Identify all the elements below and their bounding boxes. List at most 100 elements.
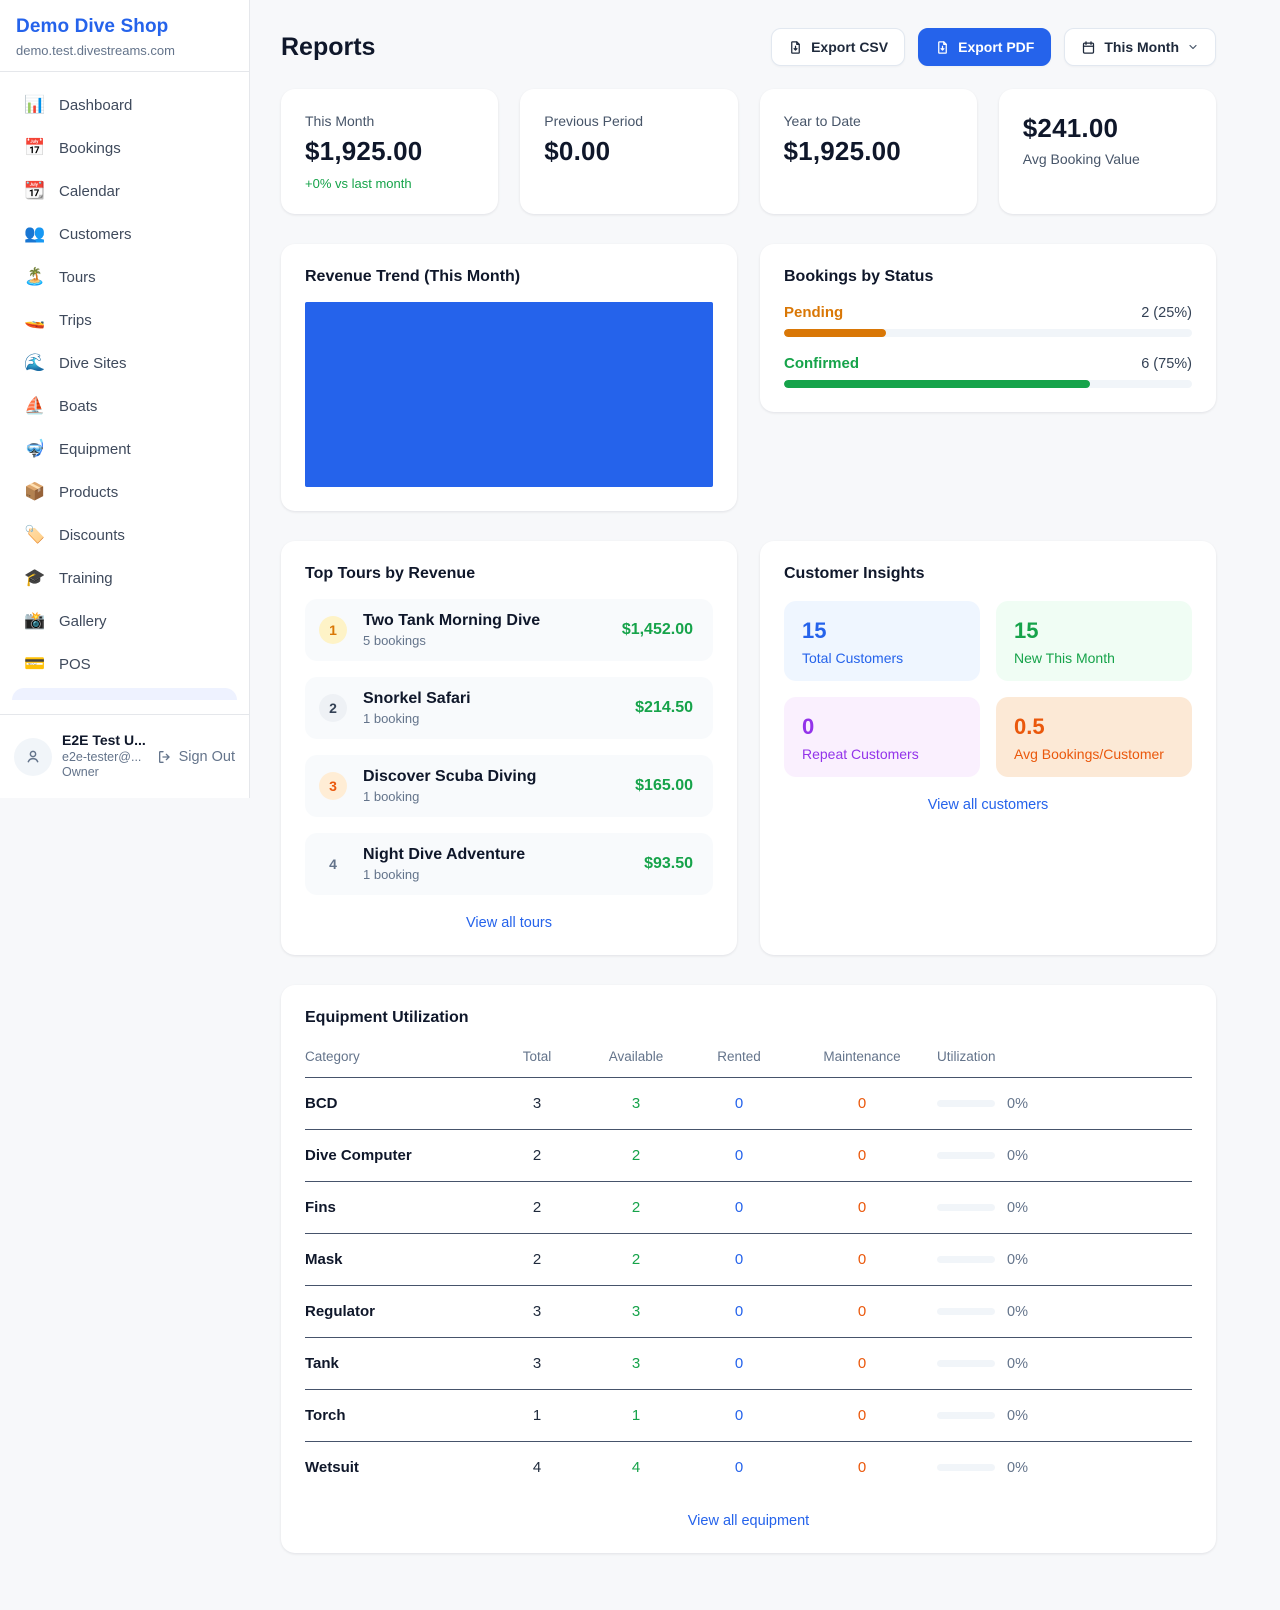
cell-maintenance: 0 [787, 1147, 937, 1164]
view-all-tours-link[interactable]: View all tours [305, 915, 713, 931]
cell-available: 1 [581, 1407, 691, 1424]
sidebar-item-products[interactable]: 📦 Products [12, 473, 237, 511]
sidebar-item-discounts[interactable]: 🏷️ Discounts [12, 516, 237, 554]
charts-row: Revenue Trend (This Month) Bookings by S… [281, 244, 1216, 511]
view-all-equipment-link[interactable]: View all equipment [305, 1513, 1192, 1529]
graduation-cap-icon: 🎓 [24, 568, 46, 588]
cell-utilization: 0% [1007, 1304, 1028, 1320]
stat-value: $241.00 [1023, 113, 1192, 144]
package-icon: 📦 [24, 482, 46, 502]
customer-insights-title: Customer Insights [784, 565, 1192, 583]
cell-rented: 0 [691, 1251, 787, 1268]
stat-delta: +0% vs last month [305, 176, 474, 191]
revenue-trend-chart [305, 302, 713, 487]
insights-row: Top Tours by Revenue 1 Two Tank Morning … [281, 541, 1216, 955]
sidebar-item-dive-sites[interactable]: 🌊 Dive Sites [12, 344, 237, 382]
top-tours-title: Top Tours by Revenue [305, 565, 713, 583]
rank-badge: 2 [319, 694, 347, 722]
page-header: Reports Export CSV Export PDF This Month [281, 28, 1216, 66]
brand-name: Demo Dive Shop [16, 16, 233, 38]
cell-rented: 0 [691, 1407, 787, 1424]
sidebar-item-training[interactable]: 🎓 Training [12, 559, 237, 597]
equipment-utilization-title: Equipment Utilization [305, 1009, 1192, 1027]
tile-value: 15 [802, 618, 962, 644]
cell-total: 1 [493, 1407, 581, 1424]
cell-maintenance: 0 [787, 1459, 937, 1476]
tour-name: Night Dive Adventure [363, 846, 628, 864]
sidebar-item-tours[interactable]: 🏝️ Tours [12, 258, 237, 296]
utilization-bar [937, 1464, 995, 1471]
wave-icon: 🌊 [24, 353, 46, 373]
tour-row: 2 Snorkel Safari 1 booking $214.50 [305, 677, 713, 739]
main-content: Reports Export CSV Export PDF This Month [250, 0, 1280, 1593]
sidebar-item-trips[interactable]: 🚤 Trips [12, 301, 237, 339]
table-row: Wetsuit 4 4 0 0 0% [305, 1442, 1192, 1493]
sidebar-item-selected-clipped[interactable] [12, 688, 237, 700]
utilization-bar [937, 1256, 995, 1263]
cell-total: 4 [493, 1459, 581, 1476]
sidebar-item-label: Training [59, 570, 113, 587]
rank-badge: 1 [319, 616, 347, 644]
utilization-bar [937, 1204, 995, 1211]
cell-rented: 0 [691, 1303, 787, 1320]
cell-utilization: 0% [1007, 1356, 1028, 1372]
sign-out-label: Sign Out [179, 749, 235, 765]
utilization-bar [937, 1100, 995, 1107]
brand-domain: demo.test.divestreams.com [16, 43, 233, 58]
tour-name: Discover Scuba Diving [363, 768, 619, 786]
rank-badge: 4 [319, 850, 347, 878]
table-row: BCD 3 3 0 0 0% [305, 1078, 1192, 1130]
customer-insights-card: Customer Insights 15 Total Customers 15 … [760, 541, 1216, 955]
bookings-by-status-card: Bookings by Status Pending 2 (25%) Confi… [760, 244, 1216, 412]
sidebar-item-boats[interactable]: ⛵ Boats [12, 387, 237, 425]
sidebar-item-dashboard[interactable]: 📊 Dashboard [12, 86, 237, 124]
col-category: Category [305, 1049, 493, 1064]
export-pdf-button[interactable]: Export PDF [918, 28, 1051, 66]
progress-track [784, 329, 1192, 337]
utilization-bar [937, 1308, 995, 1315]
cell-total: 2 [493, 1147, 581, 1164]
col-utilization: Utilization [937, 1049, 1192, 1064]
cell-total: 2 [493, 1199, 581, 1216]
cell-available: 2 [581, 1147, 691, 1164]
sidebar-item-customers[interactable]: 👥 Customers [12, 215, 237, 253]
tour-name: Snorkel Safari [363, 690, 619, 708]
sidebar-item-gallery[interactable]: 📸 Gallery [12, 602, 237, 640]
cell-category: BCD [305, 1095, 493, 1112]
sidebar-item-bookings[interactable]: 📅 Bookings [12, 129, 237, 167]
sidebar-item-pos[interactable]: 💳 POS [12, 645, 237, 683]
rank-badge: 3 [319, 772, 347, 800]
export-csv-button[interactable]: Export CSV [771, 28, 905, 66]
progress-fill [784, 329, 886, 337]
utilization-bar [937, 1152, 995, 1159]
cell-total: 2 [493, 1251, 581, 1268]
cell-maintenance: 0 [787, 1199, 937, 1216]
brand: Demo Dive Shop demo.test.divestreams.com [0, 0, 249, 71]
sidebar-item-equipment[interactable]: 🤿 Equipment [12, 430, 237, 468]
export-csv-label: Export CSV [811, 39, 888, 55]
island-icon: 🏝️ [24, 267, 46, 287]
col-available: Available [581, 1049, 691, 1064]
cell-utilization: 0% [1007, 1408, 1028, 1424]
cell-utilization: 0% [1007, 1096, 1028, 1112]
col-maintenance: Maintenance [787, 1049, 937, 1064]
cell-maintenance: 0 [787, 1407, 937, 1424]
cell-rented: 0 [691, 1199, 787, 1216]
tile-value: 0.5 [1014, 714, 1174, 740]
sidebar-item-label: Dashboard [59, 97, 132, 114]
period-dropdown[interactable]: This Month [1064, 28, 1216, 66]
sign-out-button[interactable]: Sign Out [157, 749, 235, 765]
sidebar-item-label: Calendar [59, 183, 120, 200]
sidebar-item-calendar[interactable]: 📆 Calendar [12, 172, 237, 210]
cell-maintenance: 0 [787, 1095, 937, 1112]
tile-value: 0 [802, 714, 962, 740]
table-row: Fins 2 2 0 0 0% [305, 1182, 1192, 1234]
view-all-customers-link[interactable]: View all customers [784, 797, 1192, 813]
status-label: Pending [784, 304, 843, 321]
table-row: Tank 3 3 0 0 0% [305, 1338, 1192, 1390]
sidebar-item-label: Dive Sites [59, 355, 127, 372]
tour-revenue: $214.50 [635, 699, 693, 717]
sidebar-nav: 📊 Dashboard 📅 Bookings 📆 Calendar 👥 Cust… [0, 72, 249, 714]
sidebar-item-label: Bookings [59, 140, 121, 157]
cell-available: 2 [581, 1251, 691, 1268]
